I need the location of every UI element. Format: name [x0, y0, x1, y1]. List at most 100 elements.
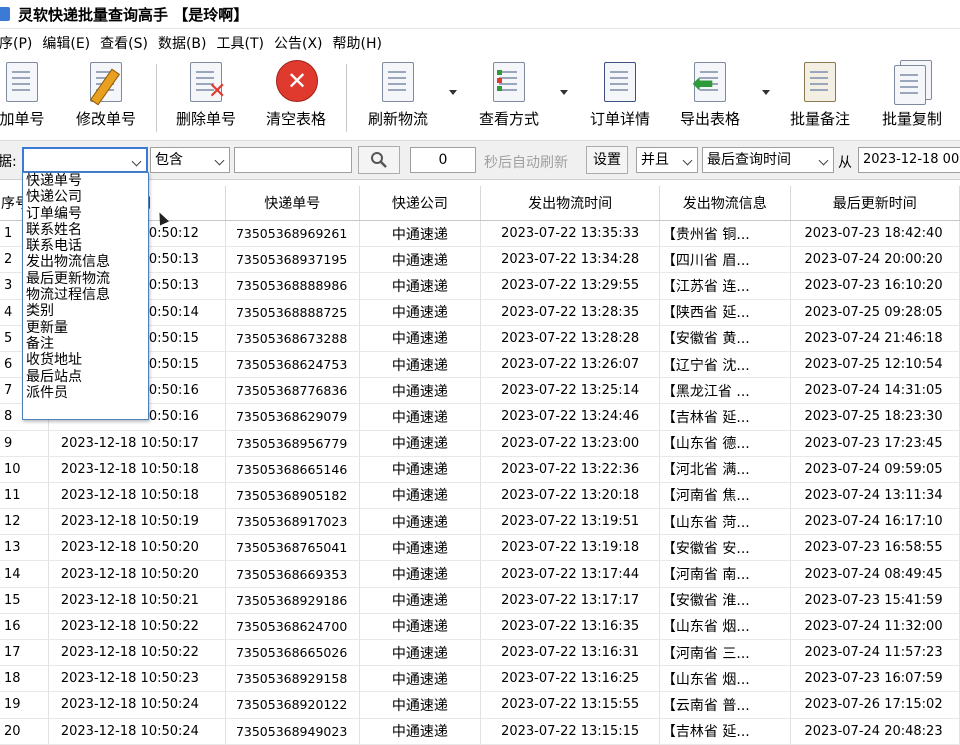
table-cell: 16 — [0, 613, 49, 641]
filter-operator-select[interactable]: 包含 — [150, 147, 230, 173]
dropdown-option[interactable]: 更新量 — [23, 320, 148, 336]
table-cell: 2023-12-18 10:50:21 — [48, 587, 226, 614]
table-cell: 73505368669353 — [225, 560, 360, 588]
column-header-tracking-number[interactable]: 快递单号 — [225, 186, 360, 221]
table-row[interactable]: 9 2023-12-18 10:50:17 73505368956779 中通速递 20… — [0, 430, 960, 457]
export-table-button[interactable]: ⬅ 导出表格 — [670, 60, 750, 136]
refresh-dropdown-arrow-icon[interactable] — [449, 90, 457, 95]
export-dropdown-arrow-icon[interactable] — [762, 90, 770, 95]
menu-view[interactable]: 查看(S) — [95, 33, 153, 53]
table-cell: 2023-07-22 13:19:51 — [480, 508, 660, 536]
add-number-button[interactable]: 加单号 — [0, 60, 62, 136]
table-cell: 中通速递 — [359, 691, 482, 719]
search-button[interactable] — [358, 146, 400, 174]
menu-edit[interactable]: 编辑(E) — [37, 33, 95, 53]
column-header-courier[interactable]: 快递公司 — [359, 186, 482, 221]
table-row[interactable]: 16 2023-12-18 10:50:22 73505368624700 中通速递 2… — [0, 613, 960, 641]
table-cell: 2023-07-23 18:42:40 — [790, 220, 960, 248]
toolbar-separator — [156, 64, 157, 132]
from-date-input[interactable]: 2023-12-18 00 — [858, 147, 960, 173]
table-cell: 【山东省 烟... — [659, 613, 791, 641]
dropdown-option[interactable]: 快递公司 — [23, 189, 148, 205]
table-cell: 73505368673288 — [225, 325, 360, 352]
table-cell: 中通速递 — [359, 246, 482, 274]
table-cell: 73505368956779 — [225, 430, 360, 457]
table-row[interactable]: 15 2023-12-18 10:50:21 73505368929186 中通速递 2… — [0, 587, 960, 614]
edit-number-button[interactable]: 修改单号 — [66, 60, 146, 136]
menu-announcement[interactable]: 公告(X) — [269, 33, 328, 53]
dropdown-option[interactable]: 联系电话 — [23, 238, 148, 254]
logic-select[interactable]: 并且 — [636, 147, 698, 173]
filter-keyword-input[interactable] — [234, 147, 352, 173]
table-cell: 2023-07-24 21:46:18 — [790, 325, 960, 352]
table-cell: 2023-07-24 20:00:20 — [790, 246, 960, 274]
table-cell: 【河南省 三... — [659, 639, 791, 667]
filter-field-select[interactable] — [22, 147, 148, 173]
table-cell: 【河北省 满... — [659, 456, 791, 483]
table-row[interactable]: 18 2023-12-18 10:50:23 73505368929158 中通速递 2… — [0, 665, 960, 693]
table-row[interactable]: 12 2023-12-18 10:50:19 73505368917023 中通速递 2… — [0, 508, 960, 536]
dropdown-option[interactable]: 联系姓名 — [23, 222, 148, 238]
delete-number-button[interactable]: ✕ 删除单号 — [168, 60, 244, 136]
table-cell: 2023-07-22 13:17:17 — [480, 587, 660, 614]
menu-data[interactable]: 数据(B) — [153, 33, 212, 53]
dropdown-option[interactable]: 发出物流信息 — [23, 254, 148, 270]
table-row[interactable]: 10 2023-12-18 10:50:18 73505368665146 中通速递 2… — [0, 456, 960, 483]
table-cell: 73505368888986 — [225, 272, 360, 300]
column-header-ship-info[interactable]: 发出物流信息 — [659, 186, 791, 221]
clear-table-button[interactable]: ✕ 清空表格 — [258, 60, 334, 136]
dropdown-option[interactable]: 备注 — [23, 336, 148, 352]
column-header-last-update[interactable]: 最后更新时间 — [790, 186, 960, 221]
dropdown-option[interactable]: 物流过程信息 — [23, 287, 148, 303]
menu-help[interactable]: 帮助(H) — [328, 33, 387, 53]
view-mode-button[interactable]: 查看方式 — [468, 60, 550, 136]
filter-label: 据: — [0, 154, 17, 170]
dropdown-option[interactable]: 最后更新物流 — [23, 271, 148, 287]
table-cell: 73505368624700 — [225, 613, 360, 641]
table-row[interactable]: 14 2023-12-18 10:50:20 73505368669353 中通速递 2… — [0, 560, 960, 588]
table-cell: 73505368888725 — [225, 299, 360, 326]
auto-refresh-seconds-input[interactable]: 0 — [410, 147, 476, 173]
table-cell: 2023-07-22 13:29:55 — [480, 272, 660, 300]
dropdown-option[interactable]: 最后站点 — [23, 369, 148, 385]
table-row[interactable]: 11 2023-12-18 10:50:18 73505368905182 中通速递 2… — [0, 482, 960, 510]
refresh-logistics-button[interactable]: 刷新物流 — [358, 60, 438, 136]
table-cell: 2023-07-22 13:24:46 — [480, 403, 660, 431]
settings-button[interactable]: 设置 — [586, 146, 628, 174]
table-cell: 2023-12-18 10:50:20 — [48, 534, 226, 562]
table-cell: 2023-07-23 16:10:20 — [790, 272, 960, 300]
table-cell: 2023-07-22 13:28:28 — [480, 325, 660, 352]
dropdown-option[interactable]: 派件员 — [23, 385, 148, 401]
column-header-ship-time[interactable]: 发出物流时间 — [480, 186, 660, 221]
table-row[interactable]: 13 2023-12-18 10:50:20 73505368765041 中通速递 2… — [0, 534, 960, 562]
dropdown-option[interactable]: 订单编号 — [23, 206, 148, 222]
table-cell: 【山东省 烟... — [659, 665, 791, 693]
batch-note-button[interactable]: 批量备注 — [780, 60, 860, 136]
table-row[interactable]: 19 2023-12-18 10:50:24 73505368920122 中通速递 2… — [0, 691, 960, 719]
table-cell: 中通速递 — [359, 272, 482, 300]
table-cell: 18 — [0, 665, 49, 693]
date-field-select[interactable]: 最后查询时间 — [702, 147, 834, 173]
export-arrow-icon: ⬅ — [690, 60, 730, 104]
view-mode-dropdown-arrow-icon[interactable] — [560, 90, 568, 95]
menu-tools[interactable]: 工具(T) — [212, 33, 269, 53]
table-cell: 12 — [0, 508, 49, 536]
table-cell: 2023-12-18 10:50:18 — [48, 456, 226, 483]
table-cell: 73505368949023 — [225, 718, 360, 745]
dropdown-option[interactable]: 类别 — [23, 303, 148, 319]
window-title: 灵软快递批量查询高手 【是玲啊】 — [18, 5, 249, 24]
table-cell: 2023-07-22 13:34:28 — [480, 246, 660, 274]
table-cell: 73505368765041 — [225, 534, 360, 562]
table-row[interactable]: 17 2023-12-18 10:50:22 73505368665026 中通速递 2… — [0, 639, 960, 667]
menu-program[interactable]: 序(P) — [0, 33, 37, 53]
order-detail-button[interactable]: 订单详情 — [580, 60, 660, 136]
dropdown-option[interactable]: 收货地址 — [23, 352, 148, 368]
batch-copy-button[interactable]: 批量复制 — [872, 60, 952, 136]
dropdown-option[interactable]: 快递单号 — [23, 173, 148, 189]
table-row[interactable]: 20 2023-12-18 10:50:24 73505368949023 中通速递 2… — [0, 718, 960, 745]
toolbar: 加单号 修改单号 ✕ 删除单号 ✕ 清空表格 刷新物流 查看方式 订单详情 ⬅ … — [0, 56, 960, 141]
table-cell: 2023-07-23 17:23:45 — [790, 430, 960, 457]
table-cell: 中通速递 — [359, 456, 482, 483]
table-cell: 中通速递 — [359, 220, 482, 248]
table-cell: 【山东省 德... — [659, 430, 791, 457]
